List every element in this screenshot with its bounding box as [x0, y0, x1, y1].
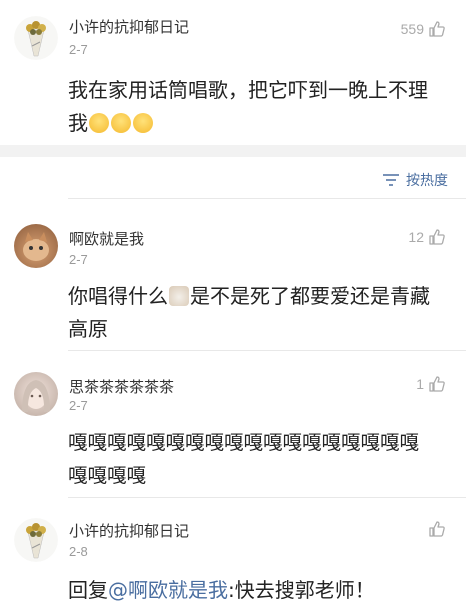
- emoji-sweat-icon: [89, 113, 109, 133]
- comment-like-button[interactable]: [424, 520, 446, 538]
- avatar[interactable]: [14, 372, 58, 416]
- sort-label: 按热度: [406, 173, 448, 189]
- comment-text-line2: 高原: [68, 317, 108, 341]
- comment-text-part2: 是不是死了都要爱还是青藏: [190, 284, 430, 308]
- post-date: 2-7: [69, 42, 88, 57]
- mention-link[interactable]: @啊欧就是我: [108, 578, 228, 602]
- post-like-button[interactable]: 559: [401, 20, 446, 38]
- divider: [68, 497, 466, 498]
- bouquet-icon: [14, 16, 58, 60]
- comment-text: 你唱得什么 是不是死了都要爱还是青藏 高原: [68, 280, 458, 346]
- comment-date: 2-8: [69, 544, 88, 559]
- post-text-line1: 我在家用话筒唱歌，把它吓到一晚上不理: [68, 78, 428, 102]
- cat-emoji-icon: [169, 286, 189, 306]
- like-count: 559: [400, 21, 424, 37]
- portrait-avatar-icon: [22, 380, 50, 412]
- reply-text: :快去搜郭老师！: [228, 578, 375, 602]
- comment-text: 嘎嘎嘎嘎嘎嘎嘎嘎嘎嘎嘎嘎嘎嘎嘎嘎嘎嘎 嘎嘎嘎嘎: [68, 426, 463, 492]
- original-post: 小许的抗抑郁日记 2-7 559 我在家用话筒唱歌，把它吓到一晚上不理 我: [0, 0, 466, 145]
- emoji-sweat-icon: [111, 113, 131, 133]
- comment-date: 2-7: [69, 252, 88, 267]
- divider: [68, 350, 466, 351]
- comment-like-button[interactable]: 12: [408, 228, 446, 246]
- thumbs-up-icon: [429, 376, 445, 392]
- post-text: 我在家用话筒唱歌，把它吓到一晚上不理 我: [68, 74, 458, 140]
- bouquet-icon: [14, 518, 58, 562]
- avatar[interactable]: [14, 16, 58, 60]
- comment-author[interactable]: 啊欧就是我: [69, 228, 144, 249]
- emoji-sweat-icon: [133, 113, 153, 133]
- sort-icon: [383, 174, 399, 186]
- thumbs-up-icon: [429, 229, 445, 245]
- avatar[interactable]: [14, 518, 58, 562]
- post-text-line2: 我: [68, 111, 88, 135]
- thumbs-up-icon: [429, 521, 445, 537]
- comment-date: 2-7: [69, 398, 88, 413]
- like-count: 12: [408, 229, 424, 245]
- avatar[interactable]: [14, 224, 58, 268]
- comment-text-line1: 嘎嘎嘎嘎嘎嘎嘎嘎嘎嘎嘎嘎嘎嘎嘎嘎嘎嘎: [68, 431, 420, 454]
- comment-like-button[interactable]: 1: [416, 375, 446, 393]
- section-separator: [0, 145, 466, 157]
- cat-avatar-icon: [23, 232, 49, 261]
- comment-text-line2: 嘎嘎嘎嘎: [68, 464, 147, 487]
- thumbs-up-icon: [429, 21, 445, 37]
- divider: [68, 198, 466, 199]
- sort-by-hot-button[interactable]: 按热度: [382, 170, 448, 190]
- like-count: 1: [416, 376, 424, 392]
- comment-author[interactable]: 思茶茶茶茶茶茶: [69, 376, 174, 397]
- comment-text: 回复@啊欧就是我:快去搜郭老师！: [68, 574, 458, 607]
- comment-author[interactable]: 小许的抗抑郁日记: [69, 520, 189, 541]
- comment-text-part1: 你唱得什么: [68, 284, 168, 308]
- post-author[interactable]: 小许的抗抑郁日记: [69, 16, 189, 37]
- reply-prefix: 回复: [68, 578, 108, 602]
